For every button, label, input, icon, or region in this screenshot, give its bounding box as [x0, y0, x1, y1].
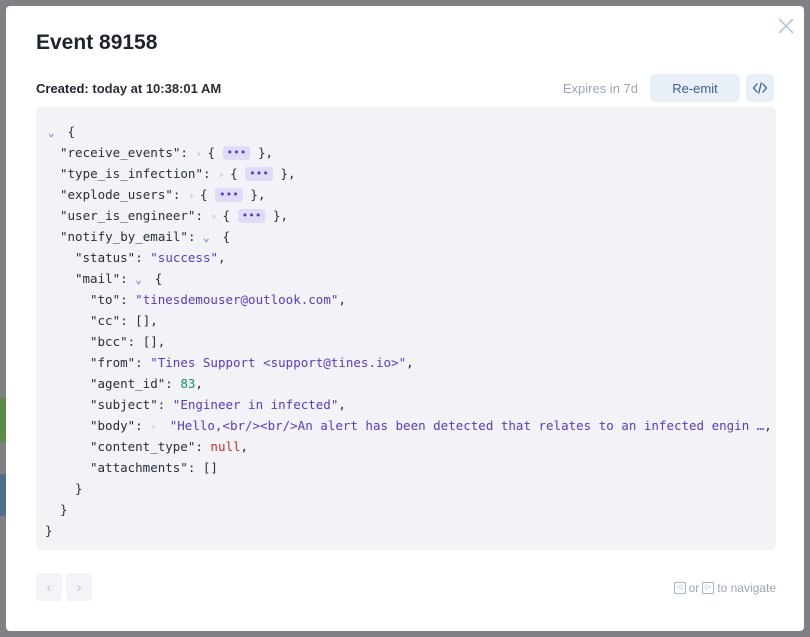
json-array-value: [] [142, 334, 158, 349]
json-key: "receive_events" [60, 145, 181, 160]
event-modal: Event 89158 Created: today at 10:38:01 A… [6, 6, 804, 631]
json-null-value: null [210, 439, 241, 454]
previous-event-button[interactable]: ‹ [36, 573, 62, 601]
chevron-right-icon: › [76, 579, 82, 595]
collapsed-ellipsis[interactable]: ••• [245, 167, 273, 181]
expand-chevron-icon[interactable]: › [150, 416, 162, 437]
json-key: "to" [90, 292, 121, 307]
collapse-chevron-icon[interactable]: ⌄ [48, 122, 60, 143]
json-array-value: [] [202, 460, 218, 475]
json-key: "content_type" [90, 439, 196, 454]
event-title: Event 89158 [36, 31, 158, 54]
json-key: "attachments" [90, 460, 188, 475]
code-view-button[interactable] [746, 74, 774, 102]
meta-row: Created: today at 10:38:01 AM Expires in… [36, 74, 774, 102]
json-string-value: "Hello,<br/><br/>An alert has been detec… [169, 418, 765, 433]
json-number-value: 83 [180, 376, 196, 391]
json-key: "mail" [75, 271, 121, 286]
json-string-value: "tinesdemouser@outlook.com" [135, 292, 339, 307]
json-array-value: [] [135, 313, 151, 328]
reemit-button[interactable]: Re-emit [650, 74, 740, 102]
json-string-value: "Engineer in infected" [172, 397, 339, 412]
collapsed-ellipsis[interactable]: ••• [237, 209, 266, 223]
collapse-chevron-icon[interactable]: ⌄ [135, 269, 147, 290]
collapsed-ellipsis[interactable]: ••• [215, 188, 243, 202]
json-key: "subject" [90, 397, 158, 412]
json-string-value: "success" [150, 250, 219, 265]
json-key: "type_is_infection" [60, 166, 203, 181]
json-key: "from" [90, 355, 136, 370]
navigation-hint: ◁ or ▷ to navigate [671, 581, 776, 595]
expand-chevron-icon[interactable]: › [195, 143, 207, 164]
collapse-chevron-icon[interactable]: ⌄ [203, 227, 215, 248]
created-value: today at 10:38:01 AM [92, 80, 222, 96]
created-info: Created: today at 10:38:01 AM [36, 81, 221, 96]
json-key: "bcc" [90, 334, 128, 349]
hint-navigate: to navigate [717, 581, 776, 595]
json-brace: } [60, 502, 68, 517]
json-key: "agent_id" [90, 376, 166, 391]
json-brace: } [75, 481, 83, 496]
json-key: "user_is_engineer" [60, 208, 196, 223]
code-icon [752, 82, 768, 94]
left-key-icon: ◁ [673, 582, 686, 594]
json-key: "status" [75, 250, 136, 265]
next-event-button[interactable]: › [66, 573, 92, 601]
expires-text: Expires in 7d [562, 80, 638, 96]
json-key: "notify_by_email" [60, 229, 188, 244]
right-key-icon: ▷ [702, 582, 715, 594]
json-viewer: ⌄ { "receive_events": ›{ ••• }, "type_is… [36, 107, 776, 550]
expand-chevron-icon[interactable]: › [211, 206, 223, 227]
json-key: "body" [90, 418, 136, 433]
expand-chevron-icon[interactable]: › [218, 164, 230, 185]
hint-or: or [688, 581, 700, 595]
json-brace: } [45, 523, 53, 538]
json-brace: { [67, 124, 76, 139]
json-key: "explode_users" [60, 187, 173, 202]
collapsed-ellipsis[interactable]: ••• [222, 146, 251, 160]
chevron-left-icon: ‹ [46, 579, 52, 595]
expand-chevron-icon[interactable]: › [188, 185, 200, 206]
close-icon[interactable] [776, 16, 796, 36]
json-string-value: "Tines Support <support@tines.io>" [150, 355, 407, 370]
json-key: "cc" [90, 313, 121, 328]
created-label: Created: [36, 80, 89, 96]
